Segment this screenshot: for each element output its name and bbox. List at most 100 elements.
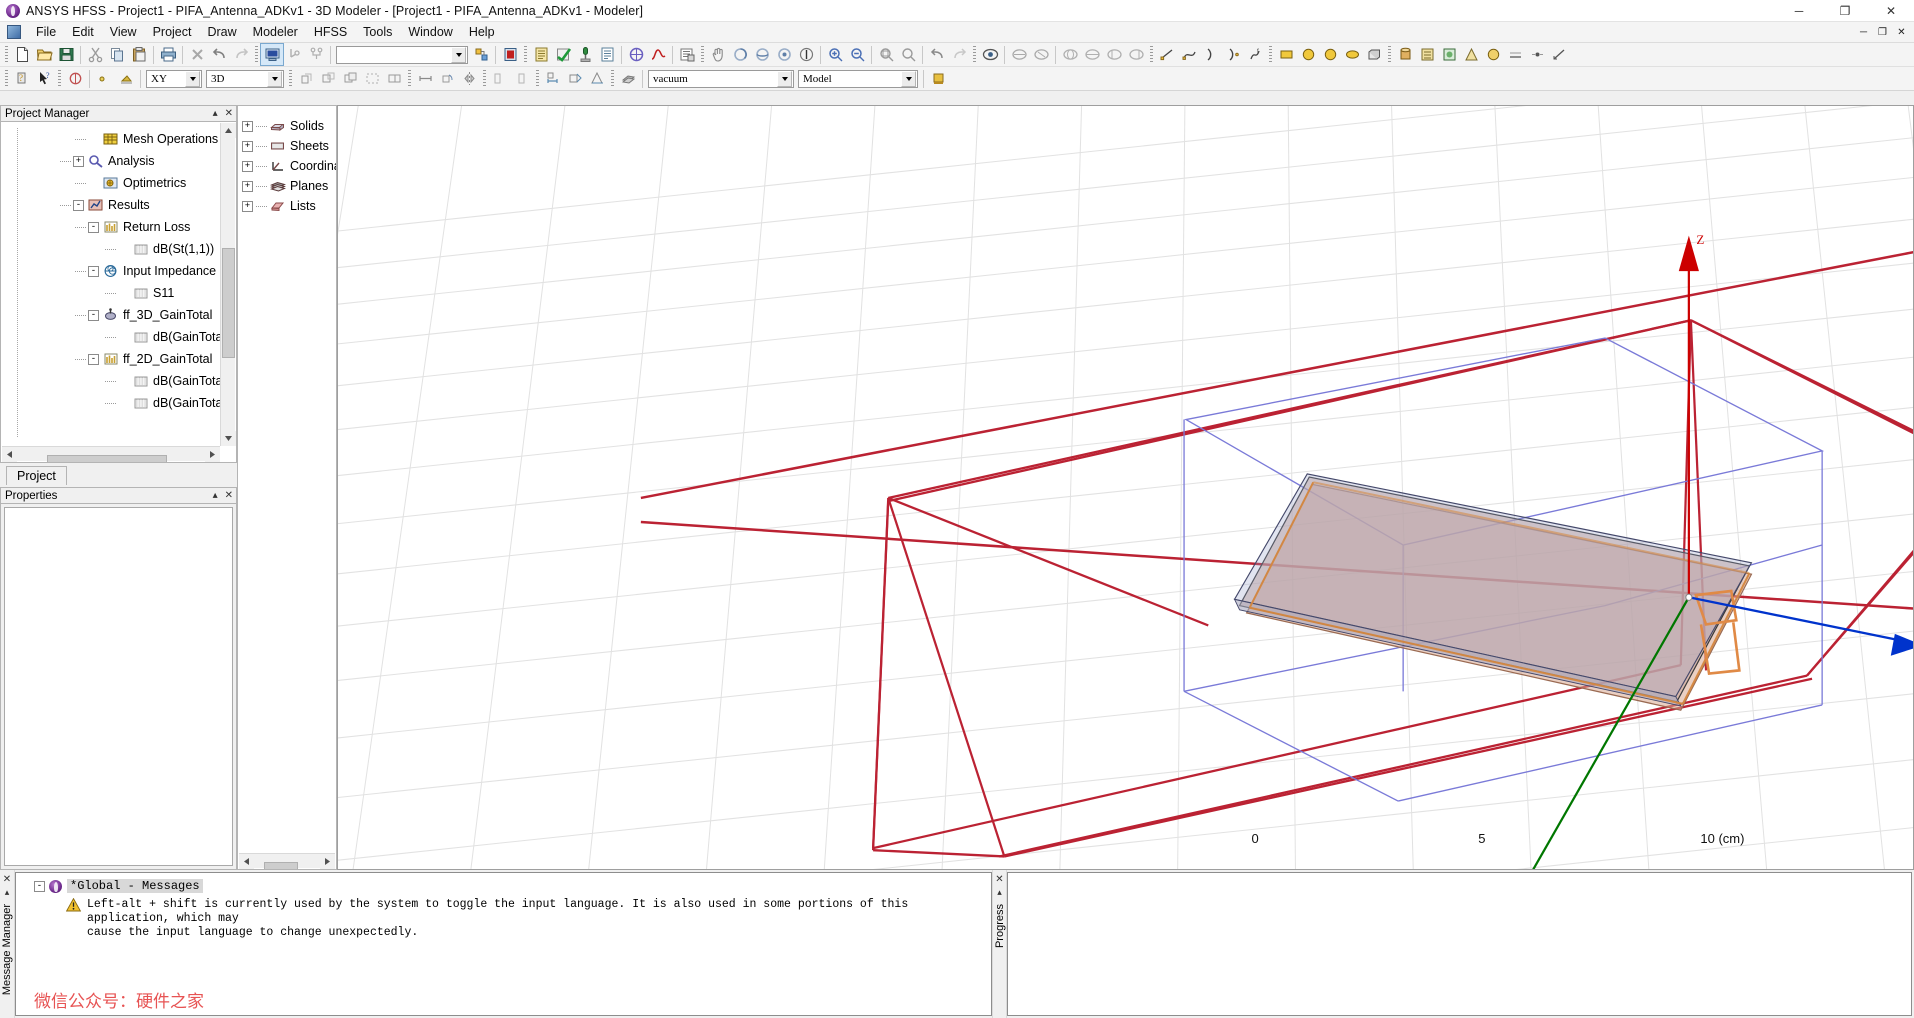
draw-arc-icon[interactable] <box>1200 44 1222 65</box>
draw-cone-icon[interactable] <box>1482 44 1504 65</box>
mdi-close-button[interactable]: ✕ <box>1893 25 1910 40</box>
working-plane-combo[interactable]: XY <box>146 69 202 88</box>
select-vertex-icon[interactable] <box>93 68 115 89</box>
model-color-icon[interactable] <box>927 68 949 89</box>
minimize-button[interactable]: ─ <box>1776 0 1822 22</box>
menu-item-tools[interactable]: Tools <box>355 23 400 41</box>
analyze-icon[interactable] <box>283 44 305 65</box>
close-button[interactable]: ✕ <box>1868 0 1914 22</box>
copy-icon[interactable] <box>106 44 128 65</box>
project-tree-item[interactable]: - ff_2D_GainTotal <box>45 348 220 370</box>
render-shaded-icon[interactable] <box>979 44 1001 65</box>
project-tree-vscrollbar[interactable] <box>220 123 236 446</box>
measure-icon[interactable] <box>1548 44 1570 65</box>
mdi-restore-button[interactable]: ❐ <box>1874 25 1891 40</box>
toolbar-grip[interactable] <box>1269 45 1272 64</box>
duplicate-mirror-icon[interactable] <box>489 68 511 89</box>
toolbar-grip[interactable] <box>973 45 976 64</box>
collapse-icon[interactable]: - <box>88 353 99 365</box>
expand-icon[interactable]: + <box>242 140 253 152</box>
section-icon[interactable] <box>617 68 639 89</box>
menu-item-window[interactable]: Window <box>400 23 460 41</box>
scroll-left-button[interactable] <box>2 446 17 462</box>
move-icon[interactable] <box>414 68 436 89</box>
measure-length-icon[interactable] <box>542 68 564 89</box>
toolbar-grip[interactable] <box>5 45 8 64</box>
draw-cylinder-icon[interactable] <box>1394 44 1416 65</box>
modeler-tree-item[interactable]: + Coordinate <box>242 156 336 176</box>
view-left-icon[interactable] <box>1103 44 1125 65</box>
project-tree-item[interactable]: Mesh Operations <box>45 128 220 150</box>
view-back-icon[interactable] <box>1081 44 1103 65</box>
fit-selection-icon[interactable] <box>897 44 919 65</box>
print-icon[interactable] <box>157 44 179 65</box>
save-icon[interactable] <box>55 44 77 65</box>
dynamic-rotate-icon[interactable] <box>751 44 773 65</box>
mirror-icon[interactable] <box>458 68 480 89</box>
modeler-tree-hscrollbar[interactable] <box>239 853 335 869</box>
project-tree-item[interactable]: S11 <box>45 282 220 304</box>
project-tree-item[interactable]: - Return Loss <box>45 216 220 238</box>
cut-icon[interactable] <box>84 44 106 65</box>
toolbar-grip[interactable] <box>524 45 527 64</box>
tab-project[interactable]: Project <box>6 466 67 485</box>
collapse-icon[interactable]: - <box>73 199 84 211</box>
render-smooth-icon[interactable] <box>1030 44 1052 65</box>
material-combo[interactable]: vacuum <box>648 69 794 88</box>
draw-spline-icon[interactable] <box>1178 44 1200 65</box>
render-wireframe-icon[interactable] <box>1008 44 1030 65</box>
view-undo-icon[interactable] <box>926 44 948 65</box>
view-redo-icon[interactable] <box>948 44 970 65</box>
unite-icon[interactable] <box>295 68 317 89</box>
menu-item-file[interactable]: File <box>28 23 64 41</box>
toolbar-grip[interactable] <box>289 69 292 88</box>
plot-curve-icon[interactable] <box>647 44 669 65</box>
draw-ellipse-icon[interactable] <box>1297 44 1319 65</box>
draw-sphere-icon[interactable] <box>1438 44 1460 65</box>
orient-icon[interactable] <box>795 44 817 65</box>
project-tree-item[interactable]: - ff_3D_GainTotal <box>45 304 220 326</box>
scroll-right-button[interactable] <box>320 853 335 869</box>
menu-item-edit[interactable]: Edit <box>64 23 102 41</box>
progress-up-icon[interactable]: ▴ <box>997 887 1002 898</box>
properties-grid[interactable] <box>4 507 233 866</box>
view-front-icon[interactable] <box>1059 44 1081 65</box>
rotate-object-icon[interactable] <box>436 68 458 89</box>
draw-torus-icon[interactable] <box>1460 44 1482 65</box>
zoom-out-icon[interactable] <box>846 44 868 65</box>
modeler-tree-item[interactable]: + Sheets <box>242 136 329 156</box>
expand-icon[interactable]: + <box>242 120 253 132</box>
chevron-down-icon[interactable] <box>451 46 466 63</box>
menu-item-view[interactable]: View <box>102 23 145 41</box>
chevron-down-icon[interactable] <box>901 70 916 87</box>
maximize-button[interactable]: ❐ <box>1822 0 1868 22</box>
hscroll-thumb[interactable] <box>264 862 298 869</box>
menu-item-help[interactable]: Help <box>461 23 503 41</box>
solution-data-icon[interactable] <box>625 44 647 65</box>
project-tree-item[interactable]: - Input Impedance <box>45 260 220 282</box>
new-icon[interactable] <box>11 44 33 65</box>
measure-volume-icon[interactable] <box>586 68 608 89</box>
draw-point-icon[interactable] <box>1526 44 1548 65</box>
zoom-in-icon[interactable] <box>824 44 846 65</box>
scroll-down-button[interactable] <box>221 431 236 446</box>
collapse-icon[interactable]: - <box>88 221 99 233</box>
draw-rectangle-icon[interactable] <box>1275 44 1297 65</box>
collapse-icon[interactable]: - <box>88 309 99 321</box>
expand-icon[interactable]: + <box>242 200 253 212</box>
draw-equation-icon[interactable]: f <box>1244 44 1266 65</box>
validate-icon[interactable] <box>260 43 284 66</box>
message-manager-up-icon[interactable]: ▴ <box>5 887 10 898</box>
message-warning-row[interactable]: Left-alt + shift is currently used by th… <box>16 898 991 940</box>
project-tree-item[interactable]: dB(St(1,1)) <box>45 238 220 260</box>
pan-icon[interactable] <box>707 44 729 65</box>
undo-icon[interactable] <box>208 44 230 65</box>
message-manager-panel[interactable]: - *Global - Messages Left-alt + shift is… <box>15 872 992 1016</box>
message-root-expander[interactable]: - <box>34 880 45 892</box>
analyze-all-icon[interactable] <box>305 44 327 65</box>
duplicate-around-axis-icon[interactable] <box>511 68 533 89</box>
message-manager-close-icon[interactable]: ✕ <box>3 874 11 885</box>
material-icon[interactable] <box>499 44 521 65</box>
expand-icon[interactable]: + <box>242 180 253 192</box>
project-tree-item[interactable]: - Results <box>45 194 220 216</box>
